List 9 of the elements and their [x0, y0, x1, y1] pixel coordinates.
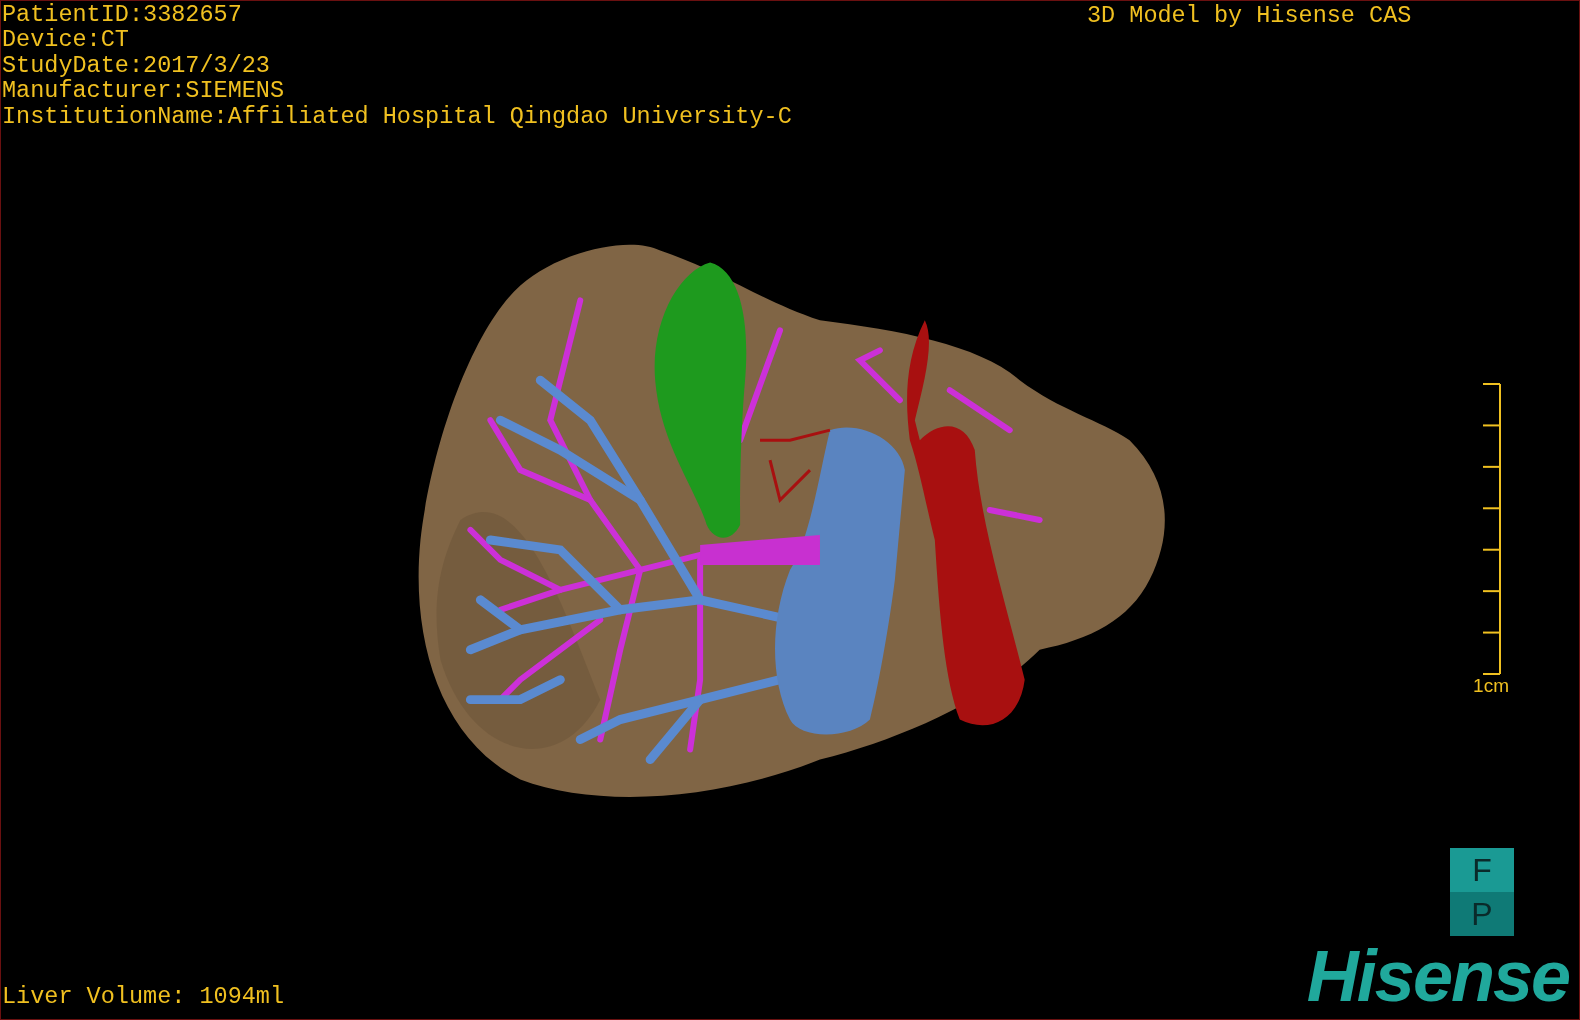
study-info-line: PatientID:3382657 [2, 2, 242, 28]
liver-volume: Liver Volume: 1094ml [2, 984, 285, 1010]
scale-label: 1cm [1473, 675, 1509, 697]
viewer-title: 3D Model by Hisense CAS [1087, 3, 1412, 29]
brand-logo: Hisense [1306, 937, 1570, 1015]
study-info-line: Manufacturer:SIEMENS [2, 78, 285, 104]
study-info-line: InstitutionName:Affiliated Hospital Qingdao University-C [2, 103, 792, 130]
study-info-line: Device:CT [2, 27, 129, 53]
study-info-line: StudyDate:2017/3/23 [2, 52, 270, 79]
